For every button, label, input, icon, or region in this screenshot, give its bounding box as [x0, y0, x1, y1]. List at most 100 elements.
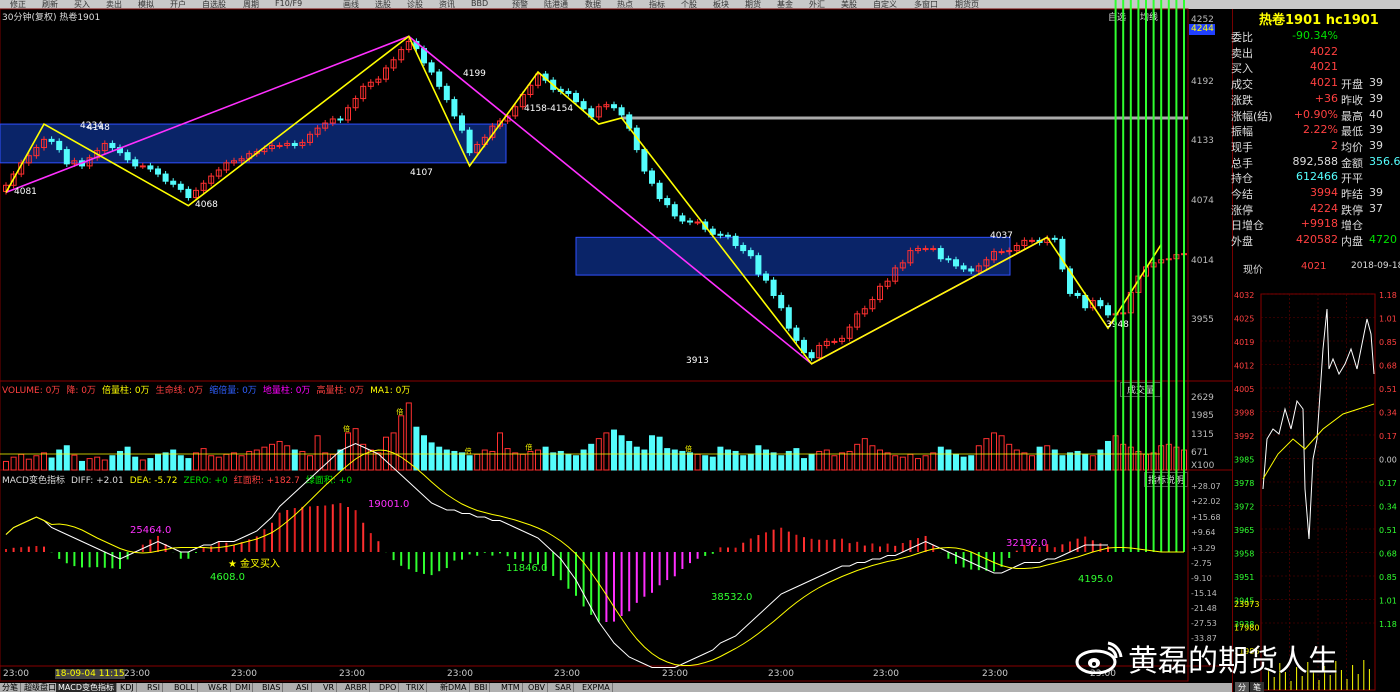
macd-annotation: 4195.0 — [1078, 574, 1113, 585]
quote-value: 4022 — [1310, 44, 1338, 58]
indicator-tab[interactable]: 分笔 — [0, 683, 21, 692]
volume-bar — [101, 459, 108, 471]
indicator-tab[interactable]: KDJ — [118, 683, 137, 692]
quote-date: 2018-09-18 — [1351, 261, 1400, 271]
price-annotation: 4107 — [410, 168, 433, 178]
macd-tick: -9.10 — [1191, 574, 1212, 583]
main-chart[interactable]: 4234419941484158-41544107408140684037394… — [0, 0, 1232, 683]
mini-left-tick: 3965 — [1234, 526, 1254, 535]
price-annotation: 4148 — [87, 123, 110, 133]
macd-annotation: 19001.0 — [368, 499, 409, 510]
quote-label-2: 最高 — [1341, 109, 1363, 123]
quote-value-2: 39 — [1369, 123, 1383, 137]
macd-tick: -27.53 — [1191, 619, 1217, 628]
candle-body — [291, 142, 298, 146]
volume-bar — [322, 452, 329, 471]
volume-bar — [200, 448, 207, 471]
tick-tab[interactable]: 分 — [1235, 682, 1249, 692]
quote-label-2: 开盘 — [1341, 78, 1363, 92]
indicator-tab[interactable]: RSI — [145, 683, 163, 692]
contract-title: 热卷1901 hc1901 — [1259, 13, 1379, 28]
candle-body — [428, 62, 435, 73]
macd-annotation: 32192.0 — [1006, 538, 1047, 549]
quote-value-2: 4720 — [1369, 233, 1397, 247]
volume-bar — [664, 448, 671, 471]
indicator-tab[interactable]: VR — [321, 683, 338, 692]
volume-bar — [687, 452, 693, 471]
indicator-tab[interactable]: DPO — [377, 683, 400, 692]
indicator-tab[interactable]: ARBR — [343, 683, 371, 692]
indicator-tab[interactable]: MTM — [499, 683, 523, 692]
volume-bar — [633, 446, 640, 471]
volume-bar — [649, 435, 655, 471]
price-tick: 4014 — [1191, 256, 1214, 266]
volume-bar — [1013, 449, 1020, 471]
volume-bar — [474, 453, 481, 471]
price-annotation: 4037 — [990, 231, 1013, 241]
volume-marker: 倍 — [465, 447, 472, 456]
volume-bar — [611, 429, 617, 471]
volume-bar — [390, 432, 397, 471]
volume-bar — [170, 449, 177, 471]
quote-label: 总手 — [1231, 156, 1253, 170]
indicator-tab[interactable]: SAR — [553, 683, 575, 692]
volume-bar — [793, 448, 800, 471]
volume-bar — [519, 453, 526, 471]
volume-bar — [329, 453, 336, 471]
mini-left-tick: 3992 — [1234, 432, 1254, 441]
indicator-tab[interactable]: 超级盘口 — [22, 683, 59, 692]
volume-bar — [709, 456, 716, 471]
volume-bar — [960, 456, 967, 471]
indicator-tab[interactable]: BOLL — [172, 683, 198, 692]
indicator-tab[interactable]: TRIX — [404, 683, 428, 692]
indicator-tab[interactable]: ASI — [294, 683, 312, 692]
volume-bar — [1105, 440, 1111, 471]
volume-bar — [71, 454, 78, 471]
volume-bar — [854, 443, 861, 471]
indicator-tab[interactable]: OBV — [526, 683, 549, 692]
volume-bar — [352, 428, 359, 471]
mini-right-tick: 0.34 — [1379, 503, 1397, 512]
indicator-tab[interactable]: DMI — [233, 683, 254, 692]
candle-body — [1074, 292, 1081, 296]
quote-label-2: 开平 — [1341, 172, 1363, 186]
volume-bar — [1021, 452, 1028, 471]
volume-bar — [284, 445, 291, 471]
candle-body — [436, 71, 443, 87]
candle-body — [618, 107, 625, 116]
quote-value: 892,588 — [1292, 154, 1339, 168]
price-tick: 4244 — [1191, 24, 1214, 34]
volume-bar — [276, 440, 283, 471]
tick-tab-2[interactable]: 笔 — [1250, 682, 1264, 692]
candle-body — [763, 273, 769, 281]
time-label: 23:00 — [873, 669, 899, 679]
mini-right-tick: 0.68 — [1379, 550, 1397, 559]
volume-bar — [307, 455, 313, 471]
volume-bar — [945, 449, 952, 471]
indicator-tab[interactable]: MACD变色指标 — [56, 683, 117, 692]
candle-body — [132, 159, 139, 167]
app-window: 修正 刷新 买入 卖出 模拟 开户 自选股 周期 F10/F9 画线 选股 诊股 资讯 BBD 预警 陆港通数… — [0, 0, 1400, 692]
candle-body — [747, 250, 754, 257]
macd-tick: +3.29 — [1191, 544, 1216, 553]
indicator-tab[interactable]: W&R — [206, 683, 231, 692]
quote-label: 今结 — [1231, 188, 1253, 201]
mini-left-tick: 4032 — [1234, 291, 1254, 300]
mini-left-tick: 3951 — [1234, 573, 1254, 582]
indicator-tab[interactable]: BBI — [472, 683, 491, 692]
mini-left-tick: 4012 — [1234, 362, 1254, 371]
volume-bar — [823, 449, 830, 471]
indicator-tab[interactable]: EXPMA — [580, 683, 613, 692]
mini-price-line — [1262, 308, 1375, 540]
indicator-tab[interactable]: BIAS — [260, 683, 284, 692]
volume-bar — [215, 456, 222, 471]
indicator-tab[interactable]: 新DMA — [438, 683, 470, 692]
mini-right-tick: 1.01 — [1379, 315, 1397, 324]
volume-bar — [261, 446, 268, 471]
volume-bar — [778, 455, 785, 471]
volume-bar — [504, 448, 511, 471]
time-label: 23:00 — [124, 669, 150, 679]
volume-bar — [1089, 455, 1096, 471]
candle-body — [573, 92, 579, 103]
mini-right-tick: 0.51 — [1379, 526, 1397, 535]
